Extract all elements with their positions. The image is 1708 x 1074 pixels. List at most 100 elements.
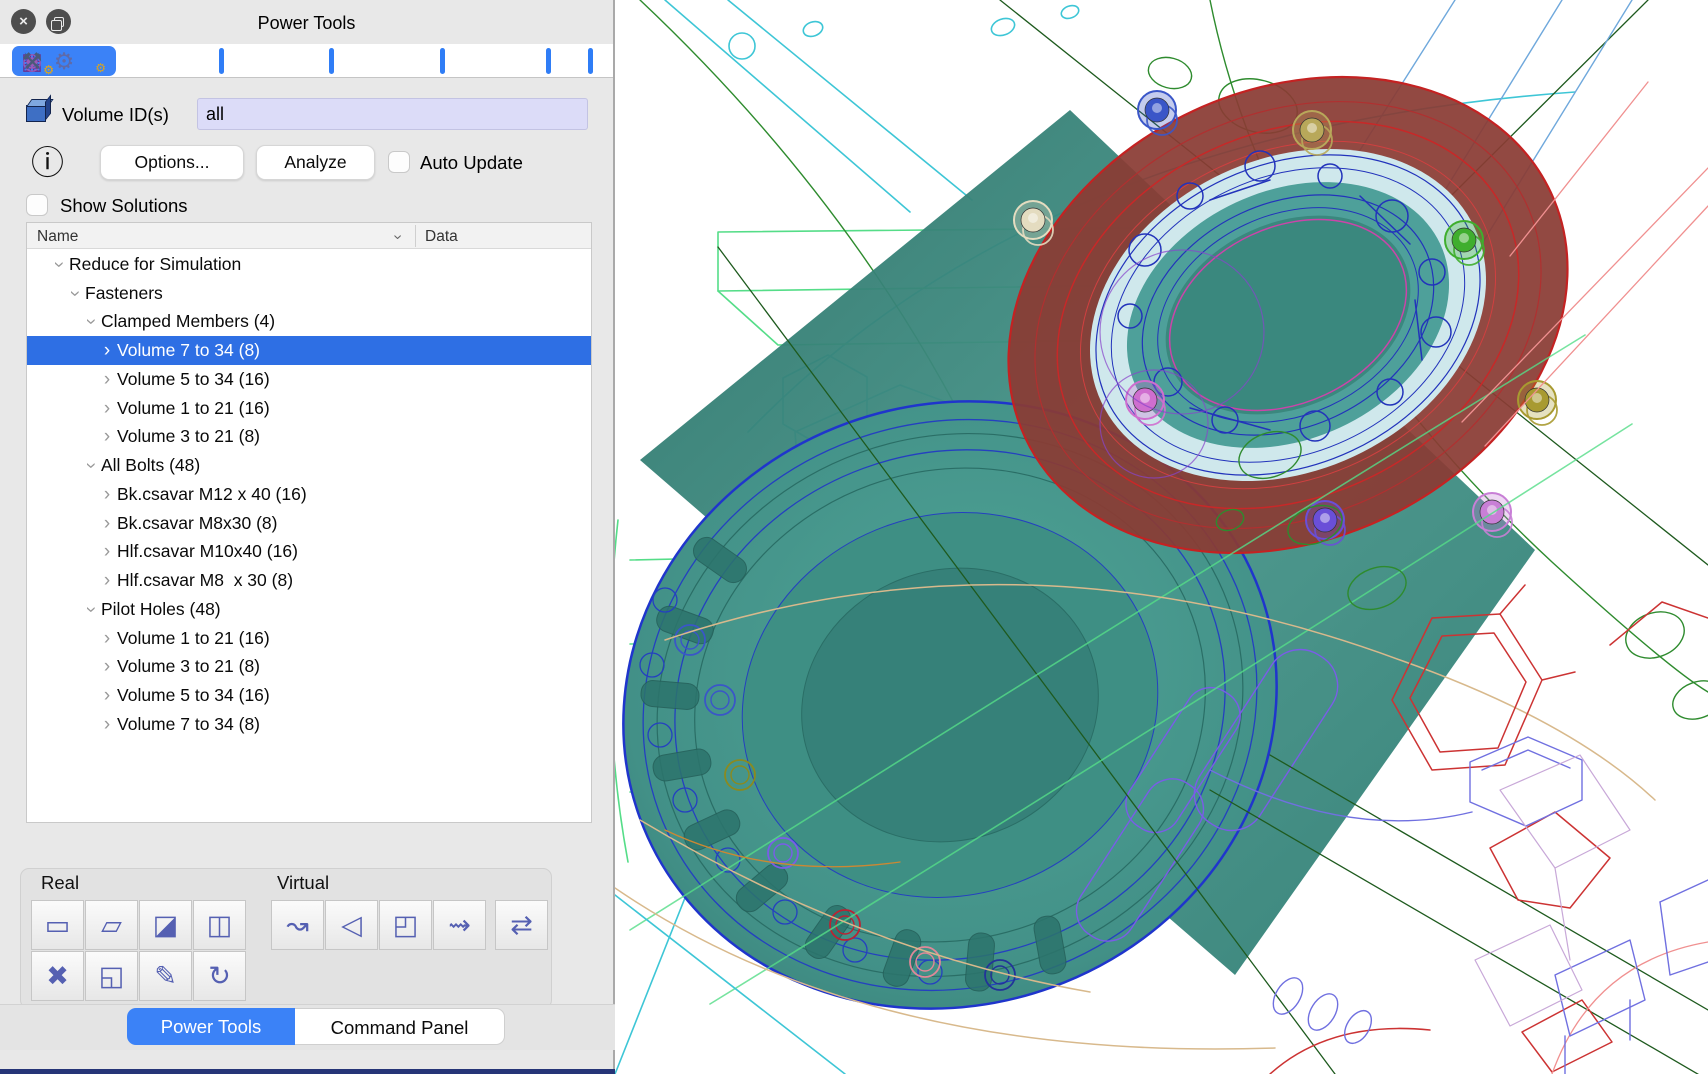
wireframe-lavender-group <box>1475 755 1630 1026</box>
tree-item[interactable]: ›Volume 5 to 34 (16) <box>27 681 591 710</box>
chevron-right-icon[interactable]: › <box>99 399 115 418</box>
chevron-right-icon[interactable]: › <box>99 629 115 648</box>
volume-id-input[interactable] <box>197 98 588 130</box>
real-group-label: Real <box>41 872 79 894</box>
auto-clean-button-icon: ↻ <box>208 963 231 990</box>
volume-cube-icon <box>26 105 46 122</box>
chevron-down-icon[interactable]: › <box>82 601 101 617</box>
tree-item-label: Clamped Members (4) <box>101 311 275 332</box>
remove-face-button[interactable]: ◫ <box>193 900 246 950</box>
tab-command-panel[interactable]: Command Panel <box>295 1008 505 1045</box>
copy-geometry-button[interactable]: ◱ <box>85 951 138 1001</box>
tab-separator <box>588 48 593 74</box>
remove-chamfer-button-icon: ▱ <box>101 912 122 939</box>
options-button[interactable]: Options... <box>100 145 244 180</box>
chevron-down-icon[interactable]: › <box>50 256 69 272</box>
auto-update-checkbox[interactable] <box>388 151 410 173</box>
collapse-curve-button-icon: ⇝ <box>448 912 471 939</box>
refresh-button[interactable]: ⇄ <box>495 900 548 950</box>
chevron-right-icon[interactable]: › <box>99 571 115 590</box>
collapse-curve-button[interactable]: ⇝ <box>433 900 486 950</box>
tree-item[interactable]: ›Volume 7 to 34 (8) <box>27 336 591 365</box>
refresh-tool-grid: ⇄ <box>495 900 548 950</box>
tree-item-label: Fasteners <box>85 283 163 304</box>
tree-column-data[interactable]: Data <box>425 223 458 249</box>
geometry-toolbox: Real ▭ ▱ ◪◫ ✖◱ ✎ ↻ Virtual ↝◁◰ ⇝ ⇄ <box>20 868 552 1009</box>
tree-item-label: Volume 5 to 34 (16) <box>117 685 270 706</box>
tree-item[interactable]: ›Volume 3 to 21 (8) <box>27 653 591 682</box>
tree-item-label: Volume 3 to 21 (8) <box>117 426 260 447</box>
chevron-right-icon[interactable]: › <box>99 427 115 446</box>
tab-power-tools[interactable]: Power Tools <box>127 1008 295 1045</box>
panel-title: Power Tools <box>0 0 613 44</box>
power-tools-panel: × Power Tools ⚙⚙▦⚙◉⚙⚔⚒ Volume ID(s) ⓘ Op… <box>0 0 615 1074</box>
tree-item[interactable]: ›Volume 1 to 21 (16) <box>27 624 591 653</box>
tab-separator <box>440 48 445 74</box>
virtual-tool-grid: ↝◁◰ ⇝ <box>271 900 486 950</box>
tree-item-label: Volume 7 to 34 (8) <box>117 340 260 361</box>
virtual-group-label: Virtual <box>277 872 329 894</box>
tree-item[interactable]: ›Clamped Members (4) <box>27 308 591 337</box>
remove-chamfer-button[interactable]: ▱ <box>85 900 138 950</box>
tree-item-label: Reduce for Simulation <box>69 254 241 275</box>
clean-geometry-button-icon: ✎ <box>154 963 177 990</box>
tab-separator <box>219 48 224 74</box>
tree-item[interactable]: ›All Bolts (48) <box>27 451 591 480</box>
chevron-right-icon[interactable]: › <box>99 657 115 676</box>
info-icon[interactable]: ⓘ <box>31 144 64 181</box>
tree-item[interactable]: ›Volume 3 to 21 (8) <box>27 423 591 452</box>
chevron-down-icon[interactable]: › <box>66 285 85 301</box>
tree-header[interactable]: Name › Data <box>27 223 591 249</box>
tree-column-name[interactable]: Name <box>37 223 78 249</box>
tree-item[interactable]: ›Volume 1 to 21 (16) <box>27 394 591 423</box>
tree-item[interactable]: ›Hlf.csavar M8 x 30 (8) <box>27 566 591 595</box>
tree-item-label: Pilot Holes (48) <box>101 599 221 620</box>
chevron-down-icon[interactable]: › <box>82 314 101 330</box>
tree-item-label: All Bolts (48) <box>101 455 200 476</box>
tree-item[interactable]: ›Volume 7 to 34 (8) <box>27 710 591 739</box>
tab-utility-tools-icon: ⚒ <box>22 50 43 73</box>
analyze-button[interactable]: Analyze <box>256 145 375 180</box>
chevron-right-icon[interactable]: › <box>99 485 115 504</box>
chevron-right-icon[interactable]: › <box>99 370 115 389</box>
column-divider[interactable] <box>415 225 416 247</box>
chevron-right-icon[interactable]: › <box>99 686 115 705</box>
tree-item-label: Hlf.csavar M10x40 (16) <box>117 541 298 562</box>
chevron-right-icon[interactable]: › <box>99 715 115 734</box>
chevron-right-icon[interactable]: › <box>99 542 115 561</box>
composite-curves-button[interactable]: ↝ <box>271 900 324 950</box>
tree-item[interactable]: ›Pilot Holes (48) <box>27 595 591 624</box>
tree-item-label: Volume 7 to 34 (8) <box>117 714 260 735</box>
viewport-3d[interactable] <box>615 0 1708 1074</box>
refresh-button-icon: ⇄ <box>510 912 533 939</box>
show-solutions-row: Show Solutions <box>0 192 615 220</box>
delete-button[interactable]: ✖ <box>31 951 84 1001</box>
show-solutions-checkbox[interactable] <box>26 194 48 216</box>
tree-item-label: Bk.csavar M8x30 (8) <box>117 513 277 534</box>
fastener-tree: Name › Data ›Reduce for Simulation›Faste… <box>26 222 592 823</box>
tree-item-label: Bk.csavar M12 x 40 (16) <box>117 484 307 505</box>
gear-badge-icon: ⚙ <box>95 62 106 74</box>
tree-rows: ›Reduce for Simulation›Fasteners›Clamped… <box>27 250 591 822</box>
power-tools-tabbar: ⚙⚙▦⚙◉⚙⚔⚒ <box>0 44 613 78</box>
tree-item[interactable]: ›Hlf.csavar M10x40 (16) <box>27 538 591 567</box>
tree-item[interactable]: ›Fasteners <box>27 279 591 308</box>
composite-surface-button[interactable]: ◁ <box>325 900 378 950</box>
chevron-right-icon[interactable]: › <box>99 514 115 533</box>
clean-geometry-button[interactable]: ✎ <box>139 951 192 1001</box>
remove-blend-button[interactable]: ▭ <box>31 900 84 950</box>
tree-item[interactable]: ›Bk.csavar M8x30 (8) <box>27 509 591 538</box>
volume-id-row: Volume ID(s) <box>24 97 590 131</box>
tree-item[interactable]: ›Bk.csavar M12 x 40 (16) <box>27 480 591 509</box>
tab-utility-tools[interactable]: ⚒ <box>0 44 64 78</box>
auto-clean-button[interactable]: ↻ <box>193 951 246 1001</box>
collapse-surface-button[interactable]: ◰ <box>379 900 432 950</box>
tree-item[interactable]: ›Reduce for Simulation <box>27 250 591 279</box>
tree-item[interactable]: ›Volume 5 to 34 (16) <box>27 365 591 394</box>
tree-item-label: Volume 1 to 21 (16) <box>117 398 270 419</box>
real-tool-grid: ▭ ▱ ◪◫ ✖◱ ✎ ↻ <box>31 900 246 1001</box>
collapse-angle-button[interactable]: ◪ <box>139 900 192 950</box>
chevron-down-icon[interactable]: › <box>82 458 101 474</box>
show-solutions-label: Show Solutions <box>60 192 188 220</box>
chevron-right-icon[interactable]: › <box>99 341 115 360</box>
